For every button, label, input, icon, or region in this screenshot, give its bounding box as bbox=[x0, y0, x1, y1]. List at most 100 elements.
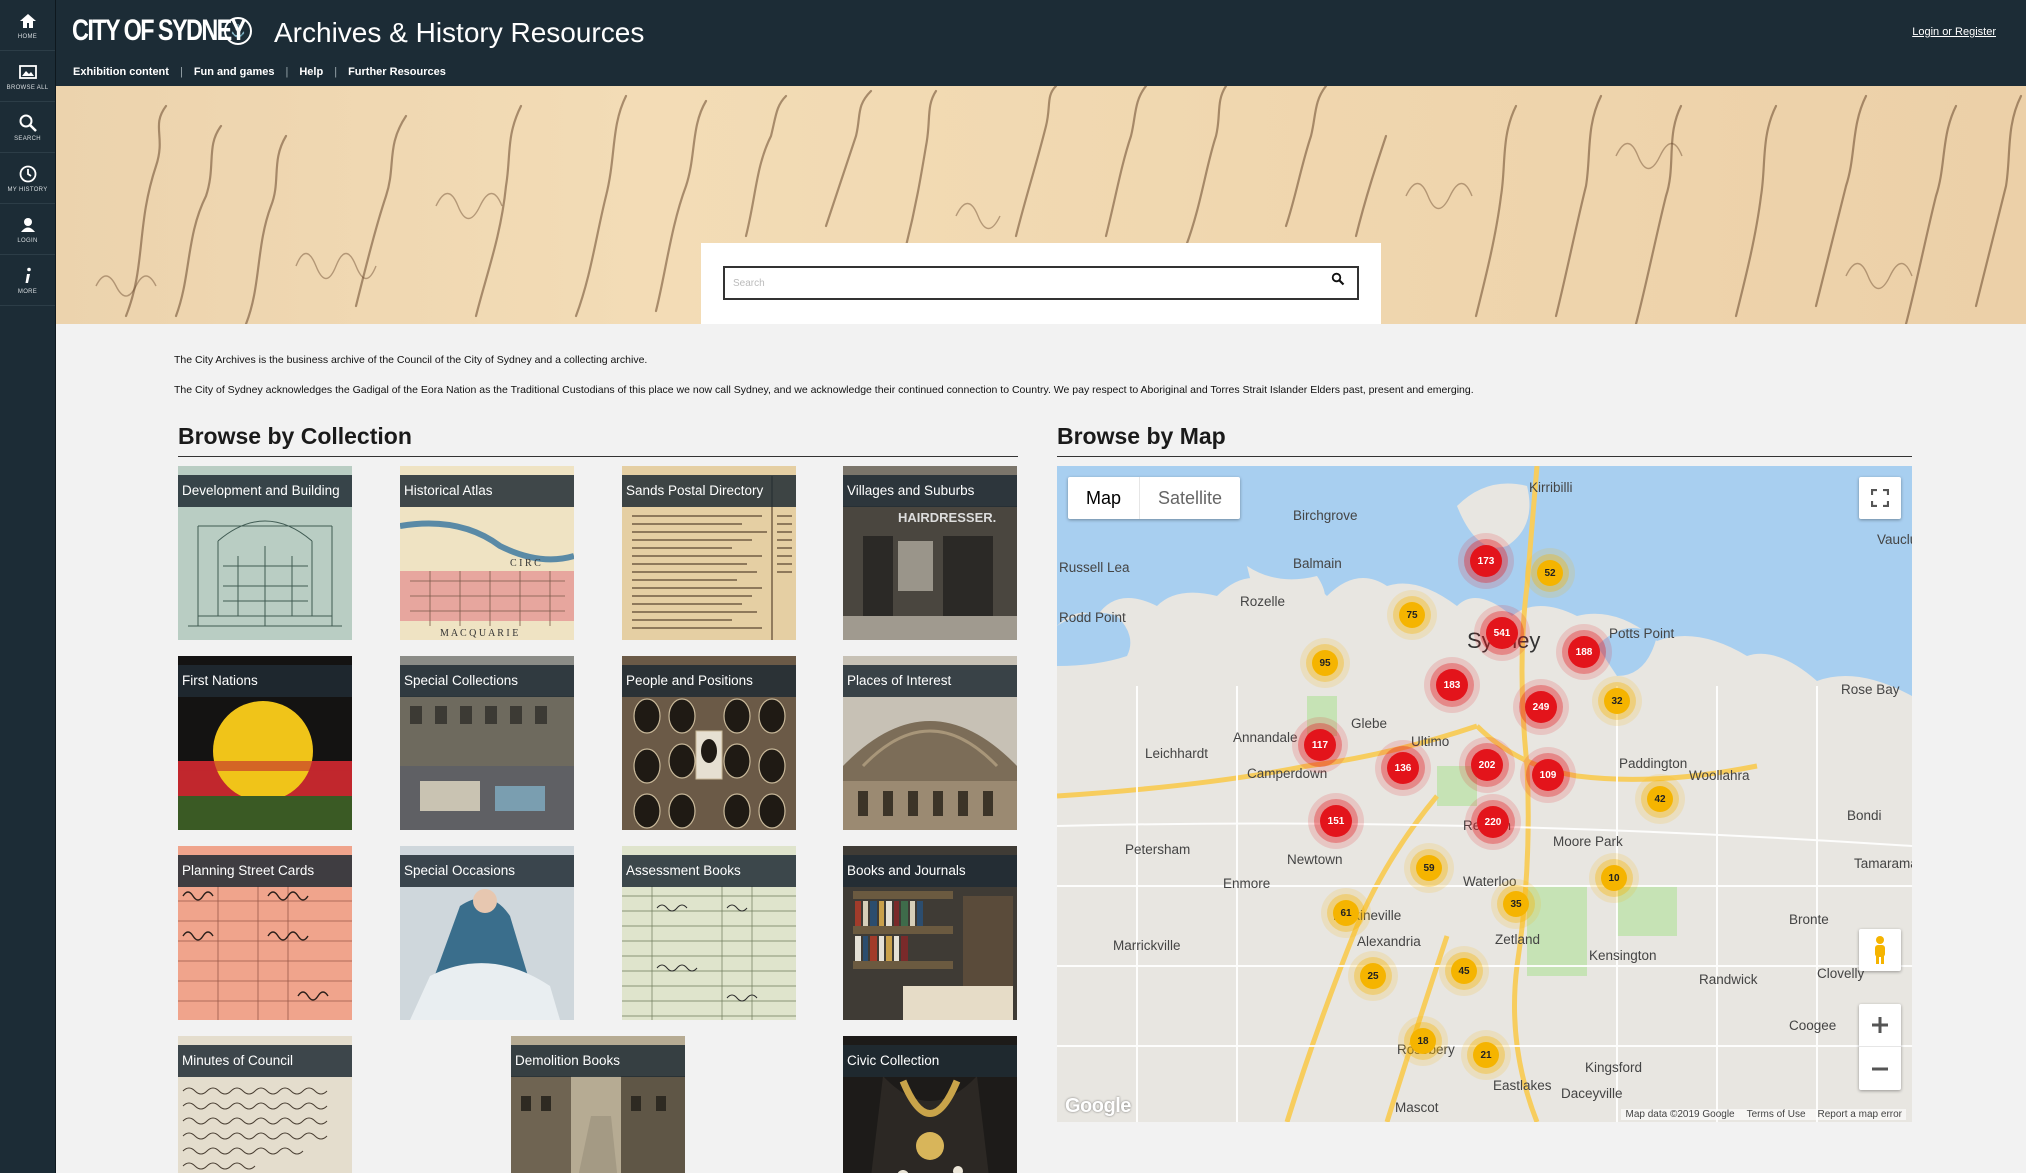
map-cluster-marker[interactable]: 59 bbox=[1416, 855, 1442, 881]
tile-minutes-of-council[interactable]: Minutes of Council bbox=[178, 1036, 352, 1173]
city-of-sydney-logo[interactable]: CITY OF SYDNEY ⚓ bbox=[72, 13, 252, 49]
tile-books-and-journals[interactable]: Books and Journals bbox=[843, 846, 1017, 1020]
place-label: Mascot bbox=[1395, 1100, 1439, 1115]
logo-text: CITY OF SYDNEY bbox=[72, 14, 246, 47]
map-view-button[interactable]: Map bbox=[1068, 477, 1139, 519]
tile-sands-postal-directory[interactable]: Sands Postal Directory bbox=[622, 466, 796, 640]
map-cluster-marker[interactable]: 220 bbox=[1477, 806, 1509, 838]
place-label: Birchgrove bbox=[1293, 508, 1358, 523]
tile-special-occasions[interactable]: Special Occasions bbox=[400, 846, 574, 1020]
nav-further-resources[interactable]: Further Resources bbox=[348, 66, 446, 78]
tile-caption: Minutes of Council bbox=[178, 1045, 352, 1077]
nav-fun-and-games[interactable]: Fun and games bbox=[194, 66, 275, 78]
google-logo: Google bbox=[1065, 1095, 1131, 1117]
place-label: Bronte bbox=[1789, 912, 1829, 927]
tile-special-collections[interactable]: Special Collections bbox=[400, 656, 574, 830]
minus-icon bbox=[1872, 1067, 1888, 1070]
report-map-error-link[interactable]: Report a map error bbox=[1818, 1109, 1902, 1120]
interactive-map[interactable]: Kirribilli Birchgrove Balmain Rozelle Ru… bbox=[1057, 466, 1912, 1122]
map-cluster-marker[interactable]: 45 bbox=[1451, 958, 1477, 984]
map-cluster-marker[interactable]: 35 bbox=[1503, 891, 1529, 917]
map-cluster-marker[interactable]: 202 bbox=[1471, 749, 1503, 781]
map-cluster-marker[interactable]: 151 bbox=[1320, 805, 1352, 837]
tile-places-of-interest[interactable]: Places of Interest bbox=[843, 656, 1017, 830]
tile-civic-collection[interactable]: Civic Collection bbox=[843, 1036, 1017, 1173]
tile-assessment-books[interactable]: Assessment Books bbox=[622, 846, 796, 1020]
zoom-in-button[interactable] bbox=[1859, 1004, 1901, 1047]
map-cluster-marker[interactable]: 249 bbox=[1525, 691, 1557, 723]
map-cluster-marker[interactable]: 183 bbox=[1436, 669, 1468, 701]
tile-caption: Assessment Books bbox=[622, 855, 796, 887]
map-cluster-marker[interactable]: 188 bbox=[1568, 636, 1600, 668]
place-label: Vaucluse bbox=[1877, 532, 1912, 547]
nav-exhibition-content[interactable]: Exhibition content bbox=[73, 66, 169, 78]
map-cluster-marker[interactable]: 18 bbox=[1410, 1028, 1436, 1054]
sidebar-item-search[interactable]: SEARCH bbox=[0, 102, 55, 153]
map-cluster-marker[interactable]: 42 bbox=[1647, 786, 1673, 812]
search-button[interactable] bbox=[1331, 272, 1353, 294]
place-label: Bondi bbox=[1847, 808, 1882, 823]
tile-demolition-books[interactable]: Demolition Books bbox=[511, 1036, 685, 1173]
map-cluster-marker[interactable]: 61 bbox=[1333, 900, 1359, 926]
svg-text:HAIRDRESSER.: HAIRDRESSER. bbox=[898, 510, 996, 525]
search-input[interactable] bbox=[723, 266, 1359, 300]
map-cluster-marker[interactable]: 52 bbox=[1537, 560, 1563, 586]
place-label: Leichhardt bbox=[1145, 746, 1209, 761]
tile-villages-and-suburbs[interactable]: HAIRDRESSER. Villages and Suburbs bbox=[843, 466, 1017, 640]
map-cluster-marker[interactable]: 541 bbox=[1486, 617, 1518, 649]
map-cluster-marker[interactable]: 173 bbox=[1470, 545, 1502, 577]
map-cluster-marker[interactable]: 109 bbox=[1532, 759, 1564, 791]
svg-text:C I R C: C I R C bbox=[510, 558, 541, 569]
map-cluster-marker[interactable]: 21 bbox=[1473, 1042, 1499, 1068]
nav-separator: | bbox=[179, 66, 183, 78]
tile-planning-street-cards[interactable]: Planning Street Cards bbox=[178, 846, 352, 1020]
sidebar-item-login[interactable]: LOGIN bbox=[0, 204, 55, 255]
map-cluster-marker[interactable]: 75 bbox=[1399, 602, 1425, 628]
hero-banner bbox=[56, 86, 2026, 324]
map-cluster-marker[interactable]: 10 bbox=[1601, 865, 1627, 891]
place-label: Rose Bay bbox=[1841, 682, 1900, 697]
info-icon bbox=[25, 267, 31, 283]
tile-caption: Special Collections bbox=[400, 665, 574, 697]
image-icon bbox=[18, 64, 37, 79]
zoom-out-button[interactable] bbox=[1859, 1047, 1901, 1090]
fullscreen-icon bbox=[1871, 489, 1889, 507]
tile-caption: Development and Building bbox=[178, 475, 352, 507]
satellite-view-button[interactable]: Satellite bbox=[1139, 477, 1240, 519]
map-cluster-marker[interactable]: 32 bbox=[1604, 688, 1630, 714]
place-label: Russell Lea bbox=[1059, 560, 1130, 575]
intro-line-2: The City of Sydney acknowledges the Gadi… bbox=[174, 384, 1474, 396]
map-cluster-marker[interactable]: 95 bbox=[1312, 650, 1338, 676]
place-label: Kingsford bbox=[1585, 1060, 1643, 1075]
place-label: Clovelly bbox=[1817, 966, 1865, 981]
sidebar-item-my-history[interactable]: MY HISTORY bbox=[0, 153, 55, 204]
nav-separator: | bbox=[285, 66, 289, 78]
tile-caption: Civic Collection bbox=[843, 1045, 1017, 1077]
tile-historical-atlas[interactable]: C I R C M A C Q U A R I E Historical Atl… bbox=[400, 466, 574, 640]
fullscreen-button[interactable] bbox=[1859, 477, 1901, 519]
tile-caption: Books and Journals bbox=[843, 855, 1017, 887]
place-label: Kirribilli bbox=[1529, 480, 1573, 495]
map-cluster-marker[interactable]: 25 bbox=[1360, 963, 1386, 989]
login-register-link[interactable]: Login or Register bbox=[1912, 26, 1996, 38]
clock-icon bbox=[19, 165, 36, 182]
map-cluster-marker[interactable]: 117 bbox=[1304, 729, 1336, 761]
place-label: Balmain bbox=[1293, 556, 1342, 571]
tile-development-and-building[interactable]: Development and Building bbox=[178, 466, 352, 640]
sidebar-item-browse-all[interactable]: BROWSE ALL bbox=[0, 51, 55, 102]
nav-help[interactable]: Help bbox=[299, 66, 323, 78]
place-label: Alexandria bbox=[1357, 934, 1421, 949]
street-view-pegman[interactable] bbox=[1859, 929, 1901, 971]
terms-of-use-link[interactable]: Terms of Use bbox=[1747, 1109, 1806, 1120]
tile-people-and-positions[interactable]: People and Positions bbox=[622, 656, 796, 830]
tile-first-nations[interactable]: First Nations bbox=[178, 656, 352, 830]
place-label: Glebe bbox=[1351, 716, 1388, 731]
sidebar-item-label: MORE bbox=[17, 288, 38, 295]
sidebar-item-more[interactable]: MORE bbox=[0, 255, 55, 306]
pegman-icon bbox=[1875, 936, 1885, 964]
sidebar-item-home[interactable]: HOME bbox=[0, 0, 55, 51]
left-sidebar: HOME BROWSE ALL SEARCH MY HISTORY LOGIN … bbox=[0, 0, 56, 1173]
search-icon bbox=[19, 114, 37, 132]
map-footer: Map data ©2019 Google Terms of Use Repor… bbox=[1621, 1109, 1906, 1120]
map-cluster-marker[interactable]: 136 bbox=[1387, 752, 1419, 784]
